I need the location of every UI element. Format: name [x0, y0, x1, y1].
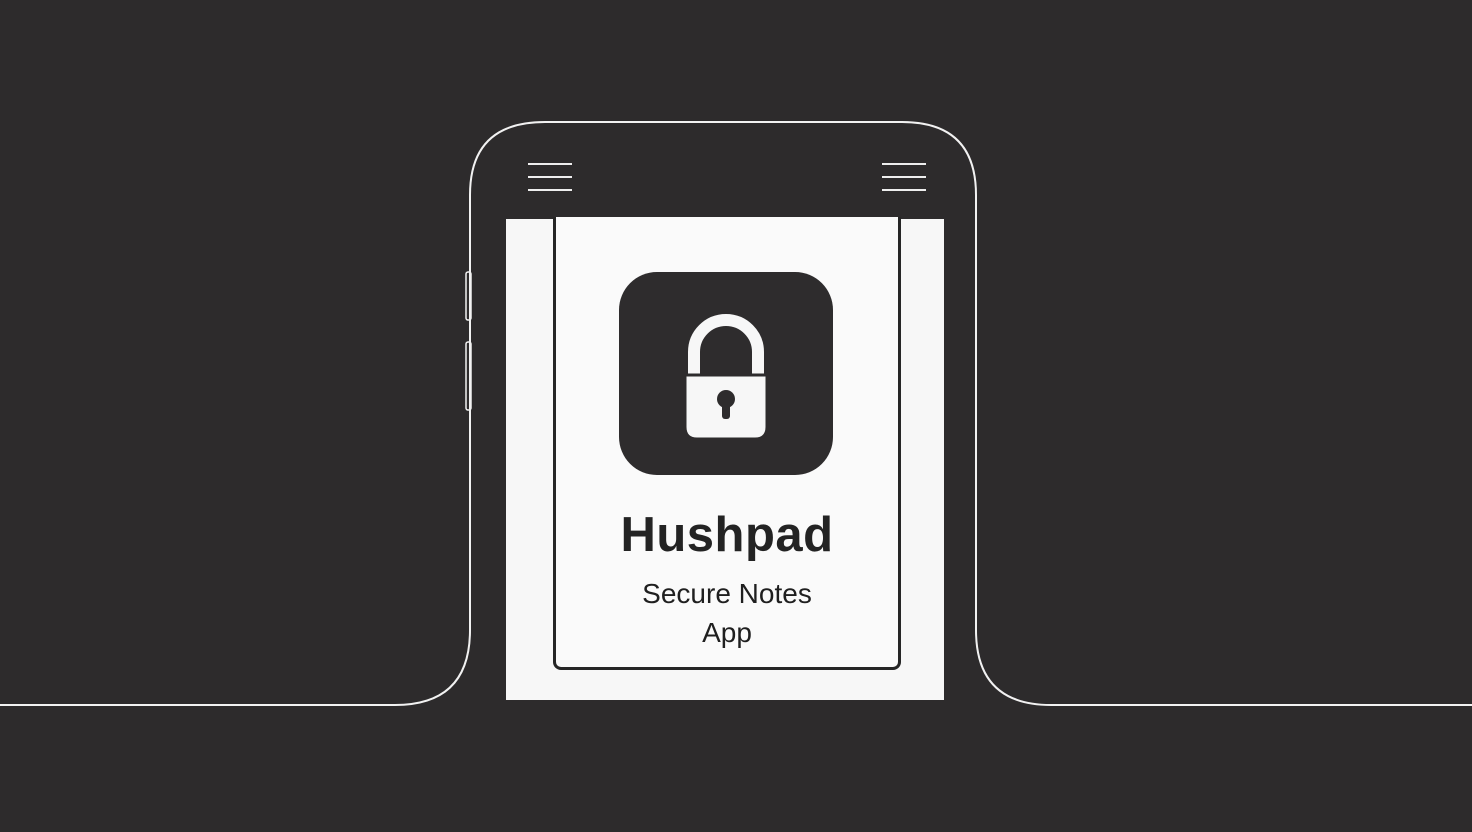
- hamburger-menu-icon[interactable]: [882, 163, 926, 193]
- phone-screen: Hushpad Secure Notes App: [506, 217, 944, 700]
- splash-stage: Hushpad Secure Notes App: [0, 0, 1472, 832]
- app-tagline: Secure Notes App: [642, 578, 812, 648]
- app-name: Hushpad: [620, 508, 834, 562]
- hamburger-menu-icon[interactable]: [528, 163, 572, 193]
- app-icon-tile[interactable]: [619, 272, 833, 475]
- padlock-icon: [683, 314, 769, 441]
- splash-card: Hushpad Secure Notes App: [553, 217, 901, 670]
